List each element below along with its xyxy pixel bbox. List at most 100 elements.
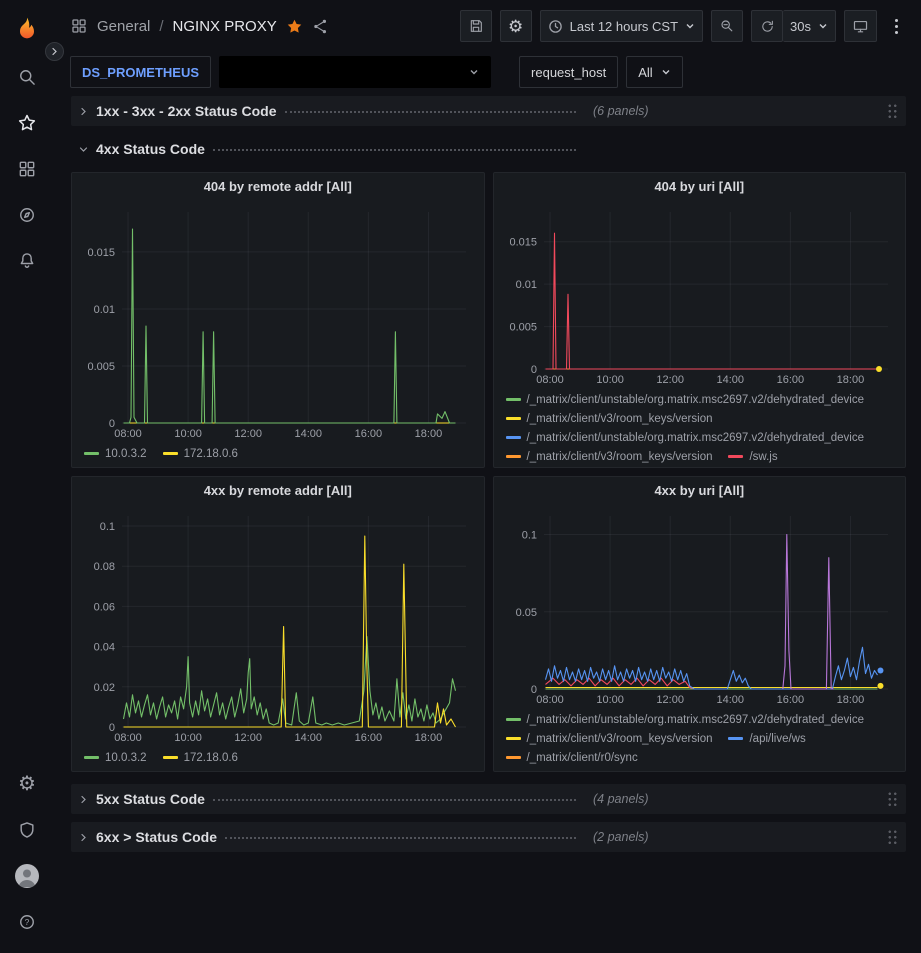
clock-icon [548,19,563,34]
timeseries-chart[interactable]: 08:0010:0012:0014:0016:0018:0000.0050.01… [76,200,480,441]
legend-series-swatch [728,737,743,740]
panel-legend: 10.0.3.2 172.18.0.6 [76,441,480,467]
row-title: 4xx Status Code [96,141,205,157]
sidebar-item-dashboards[interactable] [0,146,54,192]
legend-item[interactable]: 172.18.0.6 [163,444,238,463]
breadcrumb-folder[interactable]: General [97,18,150,35]
refresh-interval-label: 30s [790,19,811,34]
breadcrumb-separator: / [159,18,163,35]
svg-text:16:00: 16:00 [355,428,383,440]
panel-4xx-by-remote-addr: 4xx by remote addr [All] 08:0010:0012:00… [71,476,485,772]
save-icon [468,18,484,34]
svg-text:0: 0 [109,722,115,734]
legend-item[interactable]: /_matrix/client/v3/room_keys/version [506,409,713,428]
svg-text:14:00: 14:00 [716,694,744,706]
request-host-select[interactable]: All [626,56,682,88]
row-drag-handle[interactable] [887,791,898,808]
row-4xx-status-code[interactable]: 4xx Status Code [71,134,906,164]
row-panel-count: (2 panels) [593,830,649,844]
sidebar-item-search[interactable] [0,54,54,100]
zoom-out-time-button[interactable] [711,10,743,42]
help-icon: ? [17,912,37,932]
svg-text:0: 0 [109,418,115,430]
panels-grid: 404 by remote addr [All] 08:0010:0012:00… [71,172,906,772]
sidebar-item-alerting[interactable] [0,238,54,284]
datasource-value-select[interactable] [219,56,491,88]
datasource-picker[interactable]: DS_PROMETHEUS [70,56,211,88]
legend-item[interactable]: /_matrix/client/v3/room_keys/version [506,729,713,748]
legend-item[interactable]: 10.0.3.2 [84,748,147,767]
legend-series-label: /_matrix/client/unstable/org.matrix.msc2… [527,394,865,406]
left-sidebar: ⚙ ? [0,0,54,953]
timeseries-chart[interactable]: 08:0010:0012:0014:0016:0018:0000.050.1 [498,504,902,707]
row-drag-handle[interactable] [887,829,898,846]
sidebar-item-help[interactable]: ? [0,899,54,945]
legend-item[interactable]: /_matrix/client/r0/sync [506,748,638,767]
legend-series-label: /_matrix/client/r0/sync [527,752,638,764]
compass-icon [17,205,37,225]
legend-item[interactable]: /_matrix/client/v3/room_keys/version [506,447,713,466]
cycle-view-mode-button[interactable] [844,10,877,42]
sidebar-item-settings[interactable]: ⚙ [0,761,54,807]
legend-item[interactable]: 172.18.0.6 [163,748,238,767]
dashboard-title[interactable]: NGINX PROXY [173,18,277,35]
row-title: 5xx Status Code [96,791,205,807]
refresh-interval-select[interactable]: 30s [783,10,836,42]
save-dashboard-button[interactable] [460,10,492,42]
panel-title[interactable]: 404 by uri [All] [498,173,902,200]
row-6xx-status-code[interactable]: 6xx > Status Code (2 panels) [71,822,906,852]
svg-text:0.1: 0.1 [521,530,536,542]
panel-404-by-remote-addr: 404 by remote addr [All] 08:0010:0012:00… [71,172,485,468]
legend-item[interactable]: /_matrix/client/unstable/org.matrix.msc2… [506,767,865,771]
svg-text:0.01: 0.01 [515,279,536,291]
row-1xx-3xx-2xx-status-code[interactable]: 1xx - 3xx - 2xx Status Code (6 panels) [71,96,906,126]
panel-chart[interactable]: 08:0010:0012:0014:0016:0018:0000.050.1 [498,504,902,707]
panel-title[interactable]: 404 by remote addr [All] [76,173,480,200]
legend-item[interactable]: /_matrix/client/unstable/org.matrix.msc2… [506,710,865,729]
sidebar-item-explore[interactable] [0,192,54,238]
timeseries-chart[interactable]: 08:0010:0012:0014:0016:0018:0000.0050.01… [498,200,902,387]
panel-chart[interactable]: 08:0010:0012:0014:0016:0018:0000.0050.01… [498,200,902,387]
row-5xx-status-code[interactable]: 5xx Status Code (4 panels) [71,784,906,814]
svg-text:10:00: 10:00 [596,374,624,386]
panel-title[interactable]: 4xx by remote addr [All] [76,477,480,504]
expand-sidebar-button[interactable] [45,42,64,61]
chevron-down-icon [818,21,828,31]
legend-series-label: /_matrix/client/unstable/org.matrix.msc2… [527,432,865,444]
legend-series-label: 172.18.0.6 [184,448,238,460]
time-range-label: Last 12 hours CST [570,19,678,34]
legend-item[interactable]: /_matrix/client/unstable/org.matrix.msc2… [506,390,865,409]
svg-text:16:00: 16:00 [355,732,383,744]
legend-series-swatch [506,398,521,401]
panel-chart[interactable]: 08:0010:0012:0014:0016:0018:0000.0050.01… [76,200,480,441]
submenu-bar: DS_PROMETHEUS request_host All [54,52,921,92]
legend-series-swatch [506,455,521,458]
legend-item[interactable]: /sw.js [728,447,777,466]
more-options-button[interactable] [885,10,907,42]
legend-item[interactable]: /api/live/ws [728,729,805,748]
legend-series-swatch [84,452,99,455]
legend-item[interactable]: /_matrix/client/unstable/org.matrix.msc2… [506,428,865,447]
time-range-picker[interactable]: Last 12 hours CST [540,10,703,42]
svg-text:0.08: 0.08 [94,561,115,573]
panel-chart[interactable]: 08:0010:0012:0014:0016:0018:0000.020.040… [76,504,480,745]
row-drag-handle[interactable] [887,103,898,120]
dashboard-settings-button[interactable]: ⚙ [500,10,532,42]
row-dotted-leader [213,149,576,151]
sidebar-item-starred[interactable] [0,100,54,146]
request-host-label: request_host [519,56,618,88]
legend-item[interactable]: 10.0.3.2 [84,444,147,463]
chevron-down-icon [661,67,671,77]
sidebar-item-profile[interactable] [0,853,54,899]
panel-legend: 10.0.3.2 172.18.0.6 [76,745,480,771]
gear-icon: ⚙ [18,774,36,794]
dashboard-toolbar: ⚙ Last 12 hours CST [460,10,907,42]
share-icon[interactable] [312,18,329,35]
legend-series-label: /sw.js [749,451,777,463]
panel-title[interactable]: 4xx by uri [All] [498,477,902,504]
refresh-dashboard-button[interactable] [751,10,783,42]
favorite-star-icon[interactable] [286,18,303,35]
chevron-down-icon [469,67,479,77]
timeseries-chart[interactable]: 08:0010:0012:0014:0016:0018:0000.020.040… [76,504,480,745]
sidebar-item-server-admin[interactable] [0,807,54,853]
